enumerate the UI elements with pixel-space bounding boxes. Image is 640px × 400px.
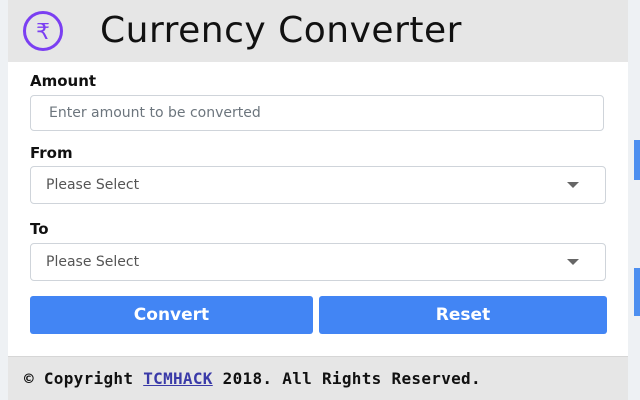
rupee-glyph: ₹	[36, 20, 50, 45]
from-select-value: Please Select	[46, 177, 140, 193]
footer: © Copyright TCMHACK 2018. All Rights Res…	[8, 356, 628, 400]
amount-input[interactable]	[31, 96, 603, 130]
reset-button[interactable]: Reset	[319, 296, 607, 334]
rupee-circle-icon: ₹	[22, 10, 64, 52]
header: ₹ Currency Converter	[8, 0, 628, 63]
tcmhack-link[interactable]: TCMHACK	[143, 369, 213, 388]
to-select[interactable]: Please Select	[30, 243, 606, 281]
popup-window: ₹ Currency Converter Amount From Please …	[0, 0, 640, 400]
copyright-text: © Copyright TCMHACK 2018. All Rights Res…	[24, 357, 481, 400]
chevron-down-icon	[567, 259, 579, 265]
copyright-prefix: © Copyright	[24, 369, 144, 388]
from-select[interactable]: Please Select	[30, 166, 606, 204]
convert-button[interactable]: Convert	[30, 296, 313, 334]
background-button-edge	[634, 140, 640, 180]
copyright-suffix: 2018. All Rights Reserved.	[212, 369, 481, 388]
background-page-edge	[628, 0, 640, 400]
page-title: Currency Converter	[100, 10, 462, 51]
from-label: From	[30, 144, 73, 162]
to-label: To	[30, 220, 49, 238]
converter-form: Amount From Please Select To Please Sele…	[8, 62, 628, 356]
background-button-edge	[634, 268, 640, 316]
amount-label: Amount	[30, 72, 97, 90]
to-select-value: Please Select	[46, 254, 140, 270]
background-page-edge	[0, 0, 8, 400]
amount-field-wrapper	[30, 95, 604, 131]
chevron-down-icon	[567, 182, 579, 188]
